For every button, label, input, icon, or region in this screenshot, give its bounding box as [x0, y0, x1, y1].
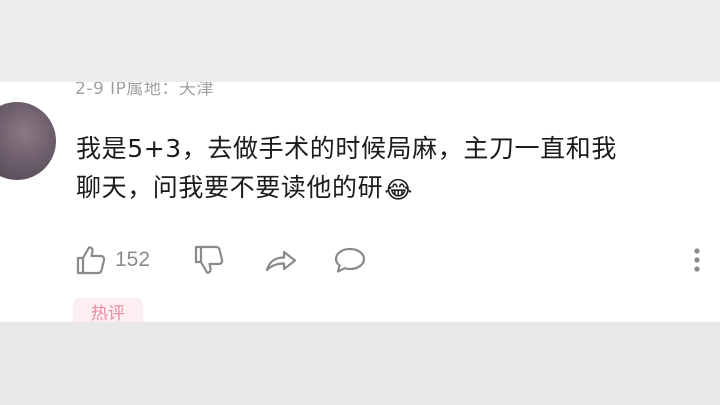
- comment-meta: 2-9 IP属地：天津: [75, 82, 214, 99]
- comment-text: 我是5+3，去做手术的时候局麻，主刀一直和我 聊天，问我要不要读他的研😂: [76, 129, 716, 210]
- more-vertical-icon: [690, 244, 704, 276]
- avatar[interactable]: [0, 102, 56, 180]
- hot-comment-badge: 热评: [73, 298, 143, 322]
- dislike-button[interactable]: [193, 240, 225, 280]
- background-bottom: [0, 322, 720, 405]
- comment-text-line-2: 聊天，问我要不要读他的研😂: [76, 168, 716, 210]
- like-count: 152: [115, 248, 151, 271]
- like-button[interactable]: 152: [75, 240, 150, 280]
- reply-button[interactable]: [332, 240, 368, 280]
- background-top: [0, 0, 720, 82]
- thumbs-up-icon: [75, 244, 107, 276]
- comment-text-line-2-text: 聊天，问我要不要读他的研: [76, 173, 384, 202]
- share-button[interactable]: [263, 240, 299, 280]
- comment-actions: 152: [0, 240, 720, 280]
- comment-bubble-icon: [332, 244, 368, 276]
- more-options-button[interactable]: [690, 240, 704, 280]
- comment-text-line-1: 我是5+3，去做手术的时候局麻，主刀一直和我: [76, 134, 617, 163]
- comment-card: 2-9 IP属地：天津 我是5+3，去做手术的时候局麻，主刀一直和我 聊天，问我…: [0, 82, 720, 322]
- thumbs-down-icon: [193, 244, 225, 276]
- share-arrow-icon: [263, 244, 299, 276]
- laughing-emoji: 😂: [384, 176, 413, 204]
